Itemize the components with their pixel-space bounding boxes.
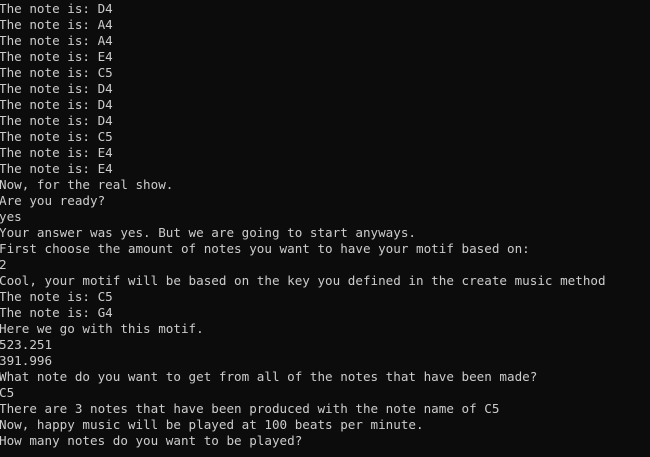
console-line: The note is: C5: [0, 65, 113, 80]
console-line: The note is: C5: [0, 289, 113, 304]
console-line: The note is: C5: [0, 129, 113, 144]
console-line: What note do you want to get from all of…: [0, 369, 538, 384]
console-line: The note is: E4: [0, 145, 113, 160]
console-line: The note is: A4: [0, 33, 113, 48]
console-line: Are you ready?: [0, 193, 106, 208]
console-line-user-input: 2: [0, 257, 7, 272]
console-line: Here we go with this motif.: [0, 321, 204, 336]
console-output[interactable]: The note is: D4 The note is: A4 The note…: [0, 1, 650, 457]
console-line-user-input: C5: [0, 385, 15, 400]
console-line: 391.996: [0, 353, 53, 368]
console-line: The note is: D4: [0, 113, 113, 128]
console-line: The note is: E4: [0, 49, 113, 64]
console-line: Cool, your motif will be based on the ke…: [0, 273, 606, 288]
console-line: How many notes do you want to be played?: [0, 433, 303, 448]
console-line: Your answer was yes. But we are going to…: [0, 225, 417, 240]
console-line: The note is: E4: [0, 161, 113, 176]
console-line: The note is: A4: [0, 17, 113, 32]
console-line: First choose the amount of notes you wan…: [0, 241, 530, 256]
console-line: 523.251: [0, 337, 53, 352]
console-line: The note is: D4: [0, 97, 113, 112]
console-line: The note is: D4: [0, 1, 113, 16]
console-line: The note is: D4: [0, 81, 113, 96]
console-line: Now, for the real show.: [0, 177, 174, 192]
console-line: There are 3 notes that have been produce…: [0, 401, 500, 416]
console-line: Now, happy music will be played at 100 b…: [0, 417, 424, 432]
console-line-user-input: yes: [0, 209, 22, 224]
console-line: The note is: G4: [0, 305, 113, 320]
